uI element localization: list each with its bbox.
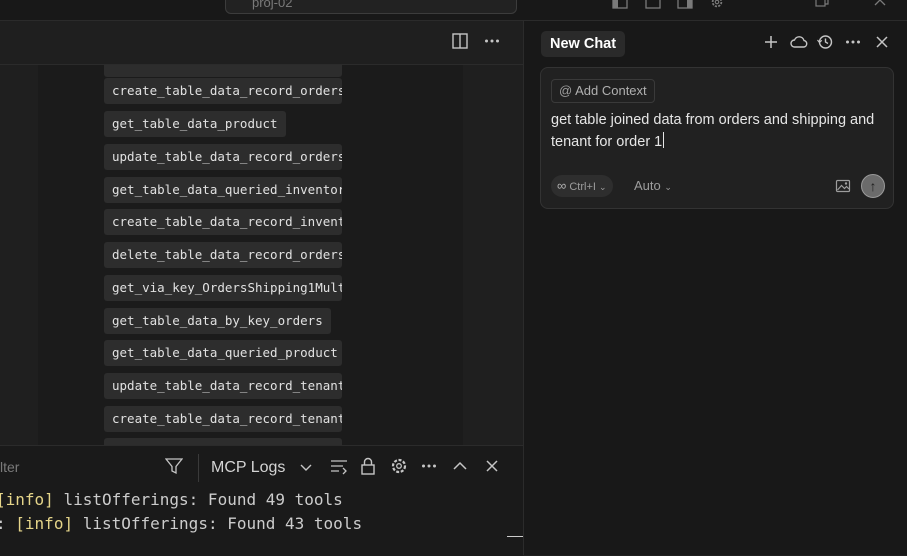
panel-cursor — [507, 536, 523, 537]
mode-shortcut: Ctrl+I — [569, 181, 596, 193]
more-actions-icon[interactable] — [483, 32, 505, 54]
filter-placeholder: lter — [0, 459, 20, 475]
cloud-icon[interactable] — [789, 33, 811, 55]
chat-input[interactable]: get table joined data from orders and sh… — [551, 109, 881, 153]
lock-scroll-icon[interactable] — [359, 457, 381, 479]
text-caret — [663, 132, 665, 148]
mcp-tool-list: create_table_data_record_orders get_tabl… — [38, 65, 463, 445]
filter-input[interactable]: lter — [0, 456, 192, 480]
command-center-label: proj-02 — [252, 0, 293, 10]
arrow-up-icon: ↑ — [869, 178, 877, 194]
chevron-down-icon: ⌄ — [664, 182, 672, 192]
toggle-secondary-sidebar-icon[interactable] — [677, 0, 693, 9]
tool-chip[interactable]: get_via_key_OrdersShipping1Multi — [104, 275, 342, 301]
close-chat-icon[interactable] — [873, 33, 895, 55]
settings-gear-icon[interactable] — [709, 0, 725, 9]
word-wrap-list-icon[interactable] — [329, 457, 351, 479]
close-window-icon[interactable] — [873, 0, 887, 7]
log-level: [info] — [0, 490, 54, 509]
command-center[interactable]: proj-02 — [225, 0, 517, 14]
tool-chip[interactable]: update_table_data_record_orders — [104, 144, 342, 170]
chat-tab[interactable]: New Chat — [541, 31, 626, 57]
infinity-icon: ∞ — [557, 178, 567, 193]
tool-chip[interactable]: create_table_data_record_orders — [104, 78, 342, 104]
send-button[interactable]: ↑ — [861, 174, 885, 198]
filter-icon[interactable] — [165, 457, 187, 479]
log-line: : [info] listOfferings: Found 43 tools — [0, 514, 362, 533]
output-panel: lter MCP Logs [info] listOfferings: Foun… — [0, 445, 523, 556]
log-level: [info] — [15, 514, 74, 533]
tool-chip[interactable]: create_table_data_record_inventor — [104, 209, 342, 235]
close-panel-icon[interactable] — [483, 457, 505, 479]
title-bar: proj-02 — [0, 0, 907, 21]
output-channel-label: MCP Logs — [211, 459, 286, 476]
tool-chip[interactable]: update_table_data_record_tenant — [104, 373, 342, 399]
tool-chip[interactable]: delete_table_data_record_orders — [104, 242, 342, 268]
more-actions-icon[interactable] — [420, 457, 442, 479]
chevron-up-icon[interactable] — [451, 457, 473, 479]
more-actions-icon[interactable] — [844, 33, 866, 55]
tool-chip-partial — [104, 65, 342, 77]
toggle-panel-icon[interactable] — [645, 0, 661, 9]
chat-composer[interactable]: @ Add Context get table joined data from… — [540, 67, 894, 209]
image-attach-icon[interactable] — [835, 178, 851, 194]
tool-chip[interactable]: create_table_data_record_tenant — [104, 406, 342, 432]
chat-input-text: get table joined data from orders and sh… — [551, 112, 875, 150]
chat-pane: New Chat @ Add Context get table joined … — [523, 21, 907, 555]
new-chat-plus-icon[interactable] — [762, 33, 784, 55]
tool-chip-partial — [104, 438, 342, 445]
output-channel-select[interactable]: MCP Logs — [198, 454, 324, 482]
at-sign-icon: @ — [559, 83, 573, 98]
history-icon[interactable] — [816, 33, 838, 55]
toggle-primary-sidebar-icon[interactable] — [612, 0, 628, 9]
log-message: listOfferings: Found 49 tools — [63, 490, 343, 509]
model-select[interactable]: Auto ⌄ — [634, 178, 672, 193]
log-prefix: : — [0, 514, 6, 533]
editor-pane: create_table_data_record_orders get_tabl… — [0, 21, 523, 445]
editor-toolbar — [0, 21, 523, 65]
chevron-down-icon: ⌄ — [599, 182, 607, 192]
tool-chip[interactable]: get_table_data_product — [104, 111, 286, 137]
tool-chip[interactable]: get_table_data_queried_inventory — [104, 177, 342, 203]
tool-chip[interactable]: get_table_data_queried_product — [104, 340, 342, 366]
add-context-label: Add Context — [575, 83, 647, 98]
add-context-button[interactable]: @ Add Context — [551, 79, 655, 103]
chevron-down-icon — [299, 460, 313, 474]
split-editor-icon[interactable] — [451, 32, 473, 54]
log-message: listOfferings: Found 43 tools — [82, 514, 363, 533]
tool-chip[interactable]: get_table_data_by_key_orders — [104, 308, 331, 334]
log-line: [info] listOfferings: Found 49 tools — [0, 490, 343, 509]
model-label: Auto — [634, 178, 661, 193]
restore-window-icon[interactable] — [815, 0, 829, 7]
agent-mode-select[interactable]: ∞ Ctrl+I ⌄ — [551, 175, 613, 197]
settings-gear-icon[interactable] — [390, 457, 412, 479]
